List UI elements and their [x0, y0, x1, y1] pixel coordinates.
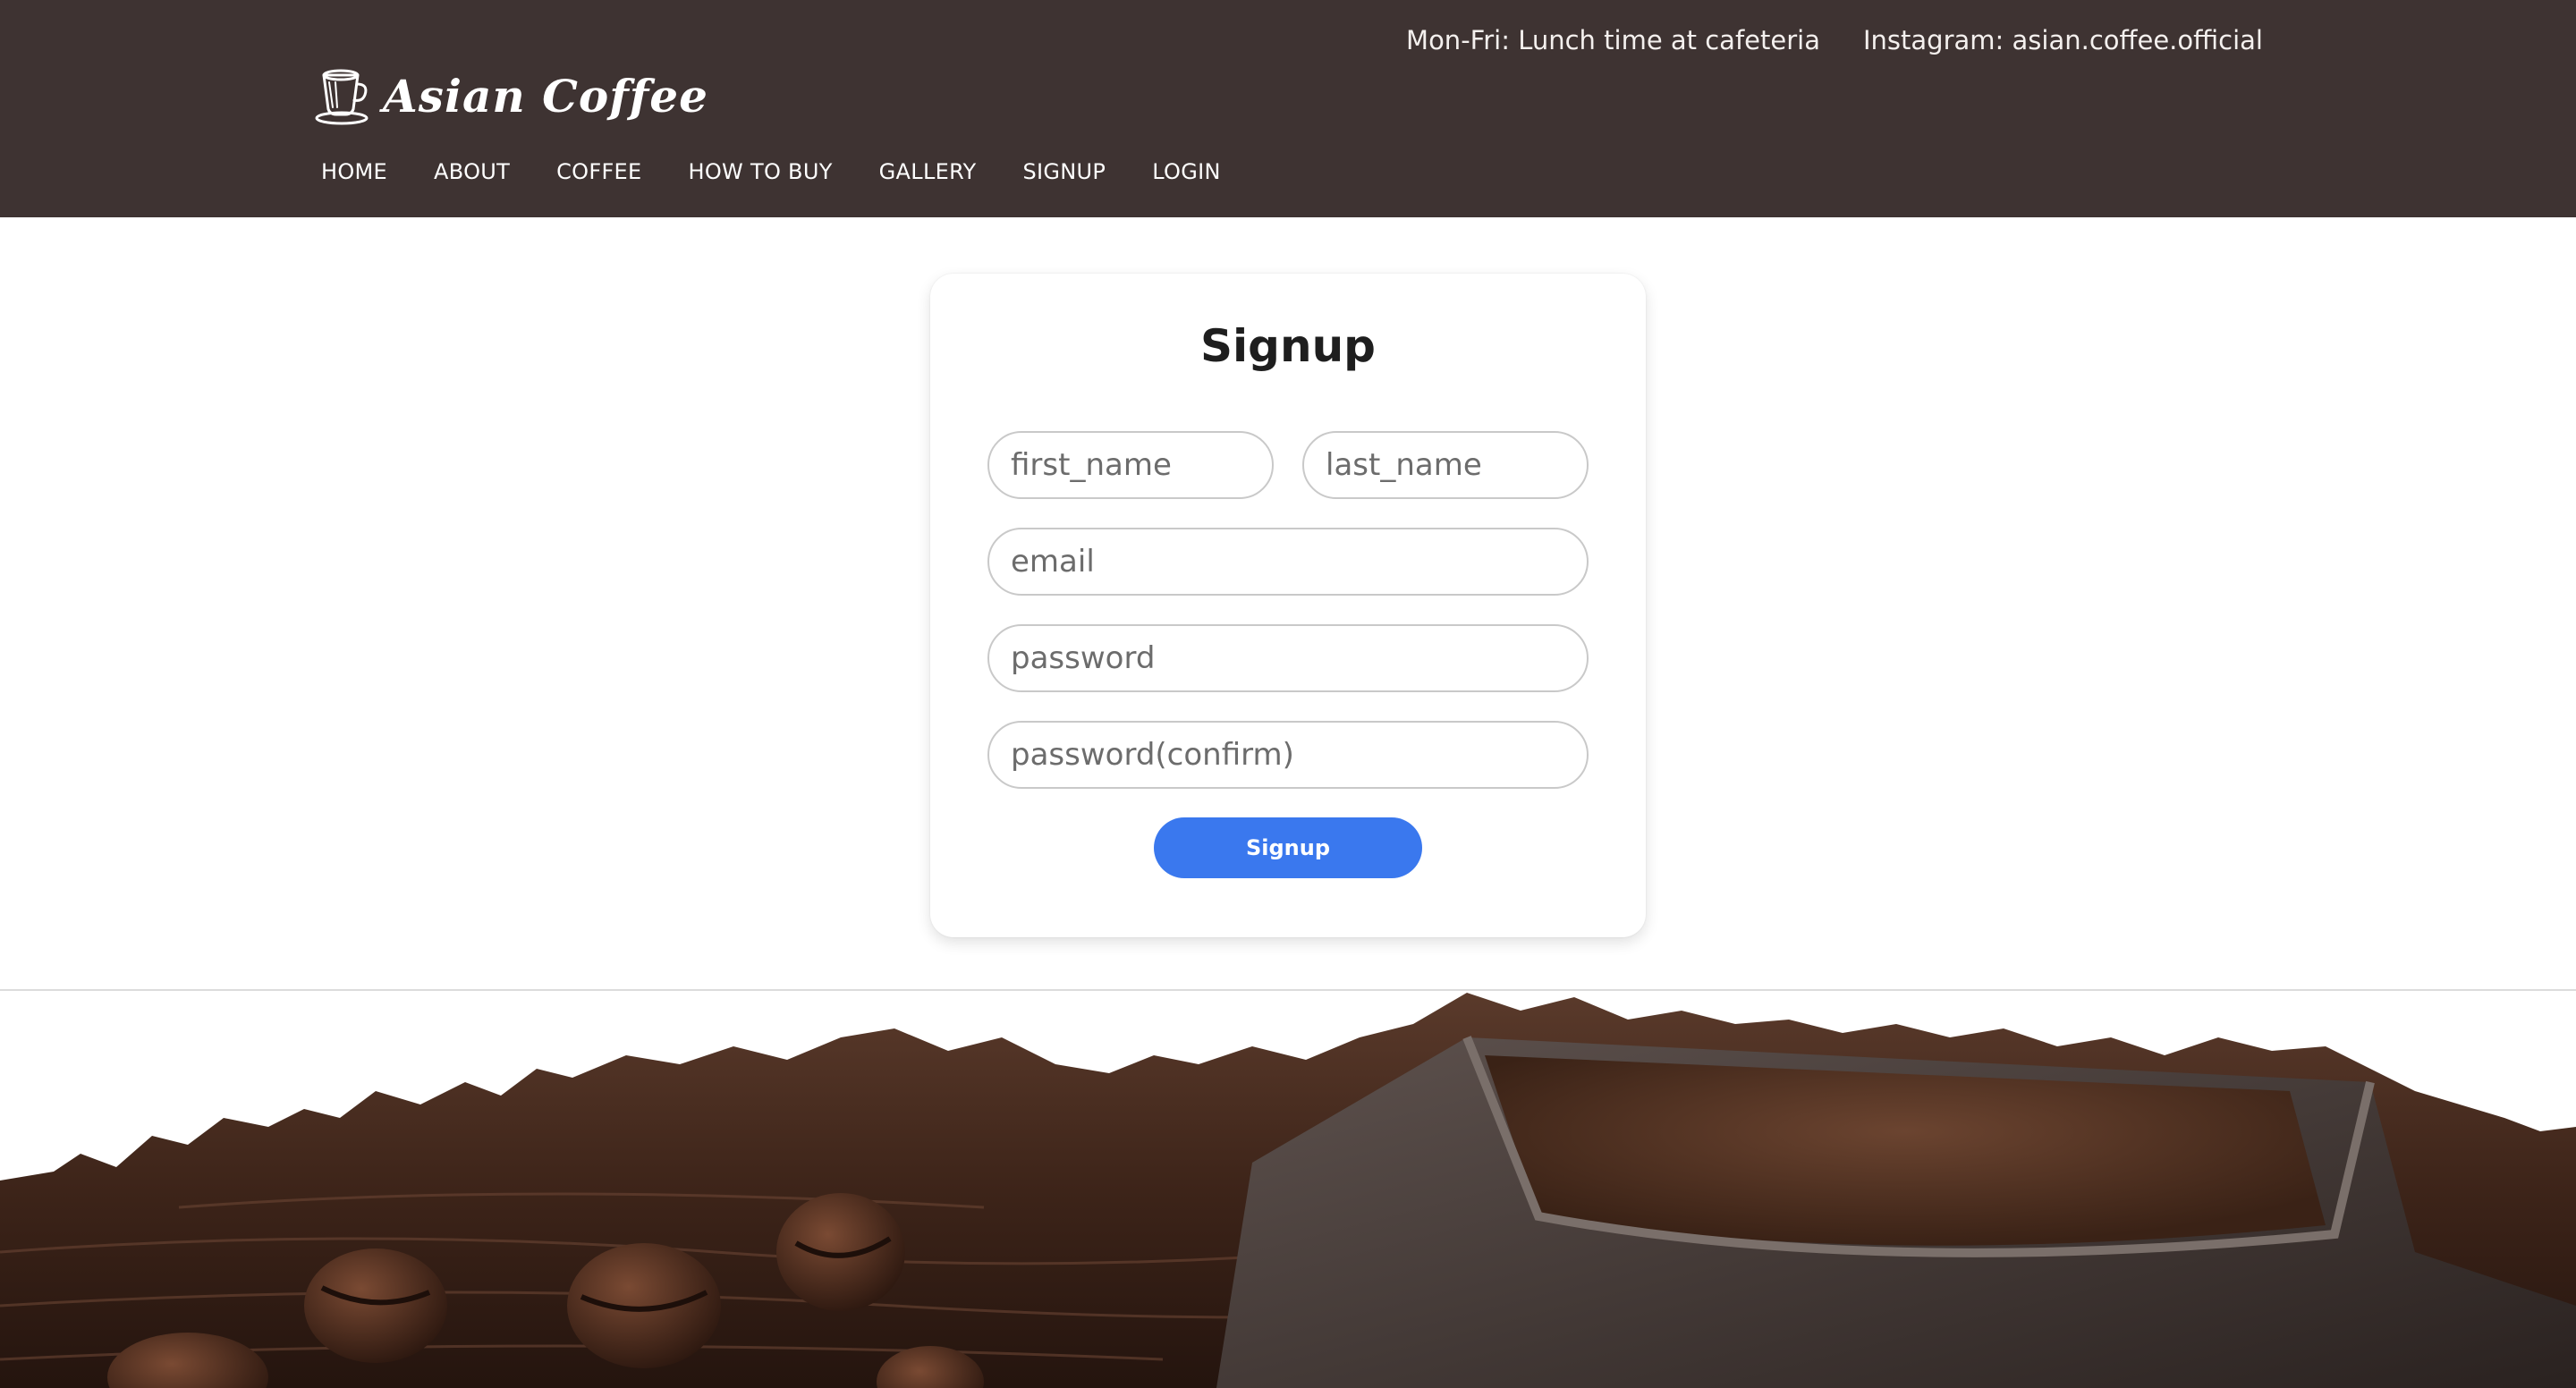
nav-item-signup[interactable]: SIGNUP [1022, 159, 1106, 184]
logo[interactable]: Asian Coffee [311, 63, 708, 129]
nav-item-home[interactable]: HOME [321, 159, 387, 184]
logo-text: Asian Coffee [383, 69, 708, 123]
opening-hours-text: Mon-Fri: Lunch time at cafeteria [1406, 25, 1820, 55]
coffee-photo [0, 984, 2576, 1388]
password-field[interactable] [987, 624, 1589, 692]
email-field[interactable] [987, 528, 1589, 596]
nav-item-coffee[interactable]: COFFEE [556, 159, 641, 184]
signup-button[interactable]: Signup [1154, 817, 1422, 878]
signup-card: Signup Signup [930, 274, 1646, 937]
last-name-field[interactable] [1302, 431, 1589, 499]
signup-title: Signup [1200, 320, 1376, 372]
nav-item-how-to-buy[interactable]: HOW TO BUY [688, 159, 832, 184]
top-info-bar: Mon-Fri: Lunch time at cafeteria Instagr… [1406, 25, 2263, 55]
nav-item-login[interactable]: LOGIN [1152, 159, 1221, 184]
instagram-link[interactable]: Instagram: asian.coffee.official [1863, 25, 2263, 55]
nav-item-gallery[interactable]: GALLERY [879, 159, 977, 184]
coffee-bean [567, 1243, 721, 1368]
nav-item-about[interactable]: ABOUT [434, 159, 510, 184]
first-name-field[interactable] [987, 431, 1274, 499]
password-confirm-field[interactable] [987, 721, 1589, 789]
coffee-bean [304, 1248, 447, 1363]
main-nav: HOME ABOUT COFFEE HOW TO BUY GALLERY SIG… [321, 159, 1221, 184]
site-header: Mon-Fri: Lunch time at cafeteria Instagr… [0, 0, 2576, 217]
coffee-cup-icon [311, 63, 377, 129]
coffee-bean [776, 1193, 905, 1311]
